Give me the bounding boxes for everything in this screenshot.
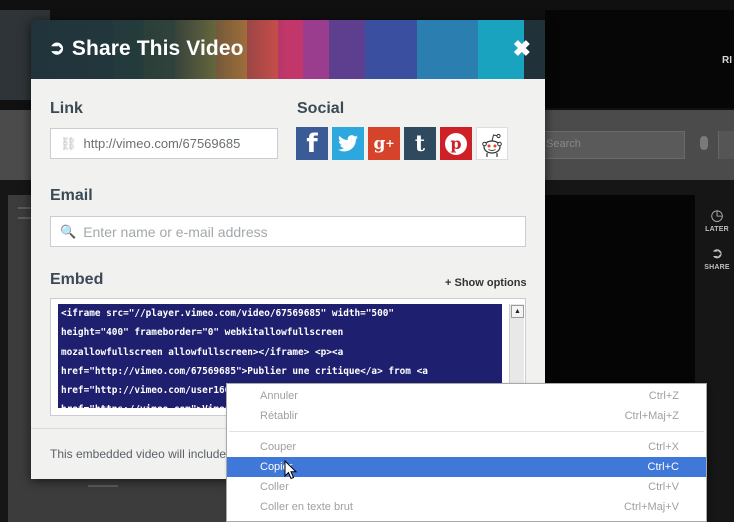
reddit-icon[interactable] [476,127,508,160]
tumblr-icon[interactable]: t [404,127,436,160]
pinterest-glyph: p [445,132,467,155]
link-field[interactable]: ⛓ http://vimeo.com/67569685 [50,128,278,159]
bg-share-label: SHARE [704,264,730,271]
menu-item-copier[interactable]: Copier Ctrl+C [227,457,706,477]
menu-item-annuler[interactable]: Annuler Ctrl+Z [227,386,706,406]
menu-item-couper[interactable]: Couper Ctrl+X [227,437,706,457]
dialog-title: Share This Video [71,37,244,60]
social-label: Social [297,100,345,117]
embed-code-line: <iframe src="//player.vimeo.com/video/67… [61,308,395,319]
bg-later-label: LATER [705,226,729,233]
email-field[interactable]: 🔍 Enter name or e-mail address [50,216,526,247]
search-icon: 🔍 [60,223,77,239]
email-placeholder: Enter name or e-mail address [83,223,268,240]
embed-code-line: href="http://vimeo.com/67569685">Publier… [61,365,428,377]
embed-code-line: height="400" frameborder="0" webkitallow… [61,327,344,339]
context-menu: Annuler Ctrl+Z Rétablir Ctrl+Maj+Z Coupe… [226,383,707,522]
facebook-icon[interactable]: f [296,127,328,160]
embed-label: Embed [50,271,104,288]
bg-share-tool: ➲ SHARE [700,245,734,272]
pinterest-icon[interactable]: p [440,127,472,160]
link-label: Link [50,100,83,117]
share-icon: ➲ [49,38,65,59]
google-plus-icon[interactable]: g + [368,127,400,160]
bg-search-button [718,131,734,159]
bg-search-placeholder: Search [546,138,581,150]
link-icon: ⛓ [60,135,77,151]
bg-video-preview [545,10,734,108]
dialog-title-wrap: ➲ Share This Video [49,37,244,61]
menu-item-coller-texte-brut[interactable]: Coller en texte brut Ctrl+Maj+V [227,497,706,517]
share-icon: ➲ [710,245,724,262]
show-options-link[interactable]: + Show options [445,277,527,289]
embed-footer-note: This embedded video will include [50,447,227,461]
menu-item-coller[interactable]: Coller Ctrl+V [227,477,706,497]
embed-code-line: mozallowfullscreen allowfullscreen></ifr… [61,346,344,358]
menu-item-retablir[interactable]: Rétablir Ctrl+Maj+Z [227,406,706,426]
email-label: Email [50,187,93,204]
bg-mic-icon [700,136,708,150]
mouse-cursor-icon [284,460,298,480]
clock-icon: ◷ [710,207,724,224]
social-buttons: f g + t p [296,127,508,160]
link-value: http://vimeo.com/67569685 [83,136,241,151]
dialog-header: ➲ Share This Video ✖ [31,20,545,79]
menu-separator [229,431,704,432]
twitter-icon[interactable] [332,127,364,160]
bg-partial-text: RI [722,55,732,66]
bg-later-tool: ◷ LATER [700,207,734,234]
scroll-up-icon[interactable]: ▲ [511,305,524,318]
close-button[interactable]: ✖ [513,37,531,61]
